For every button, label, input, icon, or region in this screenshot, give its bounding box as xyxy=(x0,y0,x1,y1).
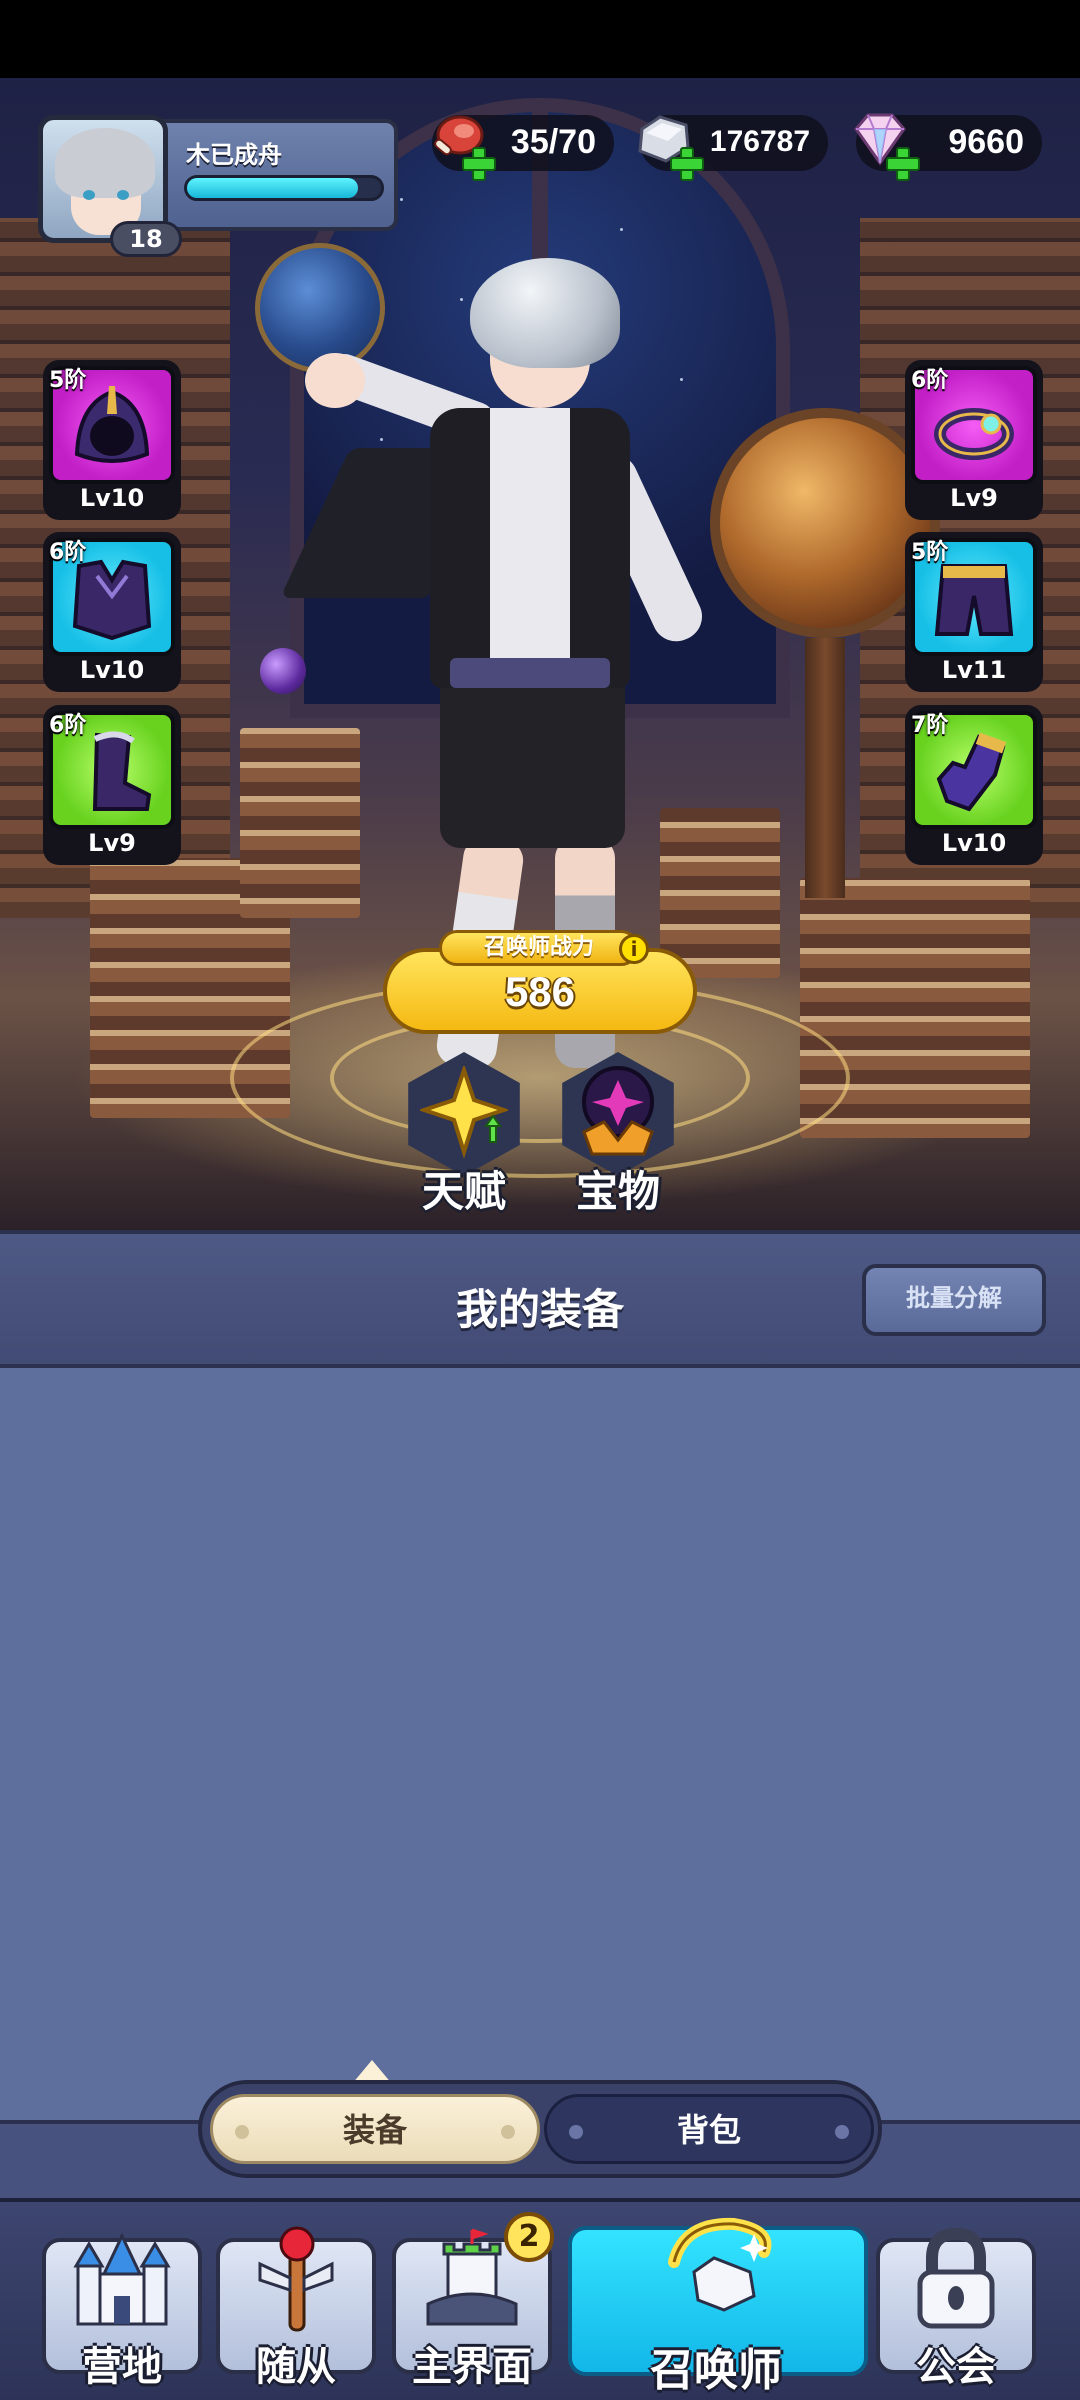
equip-slot-armor[interactable]: 6阶 Lv10 xyxy=(43,532,181,692)
gloves-icon xyxy=(936,732,1007,812)
pants-icon xyxy=(934,564,1014,636)
hood-icon xyxy=(74,386,150,463)
nav-main-label: 主界面 xyxy=(412,2344,532,2390)
star xyxy=(400,198,403,201)
stamina-value: 35/70 xyxy=(510,123,596,161)
level-label: Lv10 xyxy=(79,656,145,684)
power-value: 586 xyxy=(504,968,576,1015)
equip-slot-hood[interactable]: 5阶 Lv10 xyxy=(43,360,181,520)
tier-label: 6阶 xyxy=(49,713,87,738)
tab-dot xyxy=(835,2125,849,2139)
equipment-list xyxy=(0,1368,1080,2128)
power-label: 召唤师战力 xyxy=(439,930,639,966)
player-level-badge: 18 xyxy=(110,221,182,257)
nav-summoner-label: 召唤师 xyxy=(650,2345,782,2396)
add-silver-icon[interactable] xyxy=(670,147,704,181)
tab-equipment-label: 装备 xyxy=(342,2111,407,2149)
nav-main[interactable]: 2 主界面 xyxy=(388,2212,556,2394)
talent-star-icon xyxy=(420,1066,508,1158)
level-label: Lv11 xyxy=(941,656,1007,684)
silver-counter[interactable]: 176787 xyxy=(638,115,828,181)
level-label: Lv9 xyxy=(88,829,136,857)
bottom-navigation: 营地 随从 2 主界面 召唤师 公会 xyxy=(0,2198,1080,2400)
talent-label: 天赋 xyxy=(421,1167,506,1216)
tab-backpack[interactable]: 背包 xyxy=(544,2094,874,2164)
lock-icon xyxy=(917,2227,995,2329)
info-icon[interactable]: i xyxy=(619,934,649,964)
summoner-power[interactable]: 召唤师战力 i 586 xyxy=(383,930,697,1034)
nav-guild[interactable]: 公会 xyxy=(872,2224,1040,2394)
panel-tabs: 装备 背包 xyxy=(198,2080,882,2178)
status-bar xyxy=(0,0,1080,78)
nav-camp-label: 营地 xyxy=(82,2344,162,2390)
treasure-button[interactable]: 宝物 xyxy=(548,1052,688,1216)
tab-dot xyxy=(501,2125,515,2139)
silver-value: 176787 xyxy=(709,125,810,158)
add-stamina-icon[interactable] xyxy=(462,147,496,181)
boots-icon xyxy=(92,731,152,811)
equipment-panel-header: 我的装备 批量分解 xyxy=(0,1230,1080,1368)
summon-hand-icon xyxy=(668,2217,772,2312)
tab-backpack-label: 背包 xyxy=(676,2111,741,2149)
equip-slot-gloves[interactable]: 7阶 Lv10 xyxy=(905,705,1043,865)
bulk-dismantle-button[interactable]: 批量分解 xyxy=(862,1264,1046,1336)
level-label: Lv10 xyxy=(941,829,1007,857)
ring-icon xyxy=(934,408,1014,460)
tier-label: 7阶 xyxy=(911,713,949,738)
castle-icon xyxy=(73,2232,171,2326)
treasure-orb-icon xyxy=(582,1066,654,1156)
globe-stand xyxy=(805,638,845,898)
nav-guild-label: 公会 xyxy=(916,2344,996,2390)
gem-counter[interactable]: 9660 xyxy=(854,113,1042,181)
tab-equipment[interactable]: 装备 xyxy=(210,2094,540,2164)
armor-icon xyxy=(72,559,152,641)
tier-label: 6阶 xyxy=(49,540,87,565)
treasure-label: 宝物 xyxy=(575,1167,660,1216)
tier-label: 5阶 xyxy=(911,540,949,565)
level-label: Lv10 xyxy=(79,484,145,512)
add-gem-icon[interactable] xyxy=(886,147,920,181)
xp-bar-fill xyxy=(187,178,358,198)
equip-slot-boots[interactable]: 6阶 Lv9 xyxy=(43,705,181,865)
player-profile[interactable]: 木已成舟 18 xyxy=(38,115,400,257)
nav-follower[interactable]: 随从 xyxy=(212,2224,380,2394)
gem-value: 9660 xyxy=(948,123,1024,161)
tier-label: 5阶 xyxy=(49,368,87,393)
tier-label: 6阶 xyxy=(911,368,949,393)
nav-follower-label: 随从 xyxy=(256,2344,336,2390)
equip-slot-pants[interactable]: 5阶 Lv11 xyxy=(905,532,1043,692)
xp-bar xyxy=(184,175,384,201)
nav-camp[interactable]: 营地 xyxy=(38,2224,206,2394)
equip-slot-ring[interactable]: 6阶 Lv9 xyxy=(905,360,1043,520)
level-label: Lv9 xyxy=(950,484,998,512)
staff-icon xyxy=(258,2226,334,2332)
talent-button[interactable]: 天赋 xyxy=(394,1052,534,1216)
stamina-counter[interactable]: 35/70 xyxy=(432,115,614,181)
tab-dot xyxy=(235,2125,249,2139)
player-name: 木已成舟 xyxy=(186,141,282,169)
nav-summoner[interactable]: 召唤师 xyxy=(564,2212,868,2396)
star xyxy=(620,228,623,231)
notification-badge: 2 xyxy=(504,2212,554,2262)
tab-dot xyxy=(569,2125,583,2139)
